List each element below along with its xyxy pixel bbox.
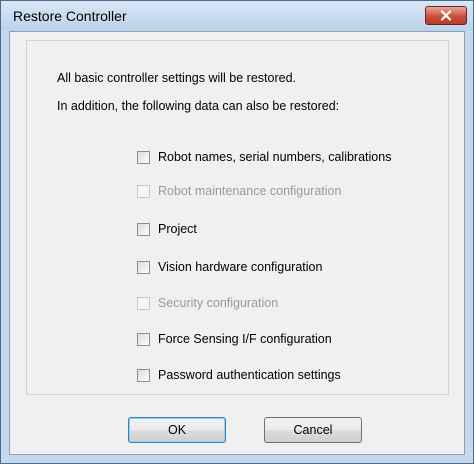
option-project[interactable]: Project (137, 221, 197, 237)
option-label: Password authentication settings (158, 368, 341, 382)
option-force-sensing[interactable]: Force Sensing I/F configuration (137, 331, 332, 347)
dialog-title: Restore Controller (13, 8, 127, 24)
ok-button[interactable]: OK (128, 417, 226, 443)
option-password-auth[interactable]: Password authentication settings (137, 367, 341, 383)
checkbox[interactable] (137, 368, 150, 382)
option-vision-hardware[interactable]: Vision hardware configuration (137, 259, 322, 275)
close-icon (440, 10, 452, 21)
close-button[interactable] (425, 6, 467, 25)
option-security: Security configuration (137, 295, 278, 311)
option-label: Robot names, serial numbers, calibration… (158, 150, 392, 164)
option-robot-maintenance: Robot maintenance configuration (137, 183, 341, 199)
info-line-basic: All basic controller settings will be re… (57, 71, 296, 85)
checkbox[interactable] (137, 222, 150, 236)
checkbox[interactable] (137, 260, 150, 274)
option-label: Vision hardware configuration (158, 260, 323, 274)
option-label: Security configuration (158, 296, 279, 310)
option-label: Project (158, 222, 197, 236)
info-line-additional: In addition, the following data can also… (57, 99, 340, 113)
checkbox[interactable] (137, 150, 150, 164)
option-label: Force Sensing I/F configuration (158, 332, 332, 346)
restore-controller-dialog: Restore Controller All basic controller … (0, 0, 474, 464)
title-bar: Restore Controller (1, 1, 473, 31)
checkbox (137, 296, 150, 310)
options-panel: All basic controller settings will be re… (26, 40, 449, 395)
checkbox[interactable] (137, 332, 150, 346)
option-label: Robot maintenance configuration (158, 184, 342, 198)
option-robot-names[interactable]: Robot names, serial numbers, calibration… (137, 149, 391, 165)
checkbox (137, 184, 150, 198)
cancel-button[interactable]: Cancel (264, 417, 362, 443)
dialog-client-area: All basic controller settings will be re… (9, 31, 465, 455)
